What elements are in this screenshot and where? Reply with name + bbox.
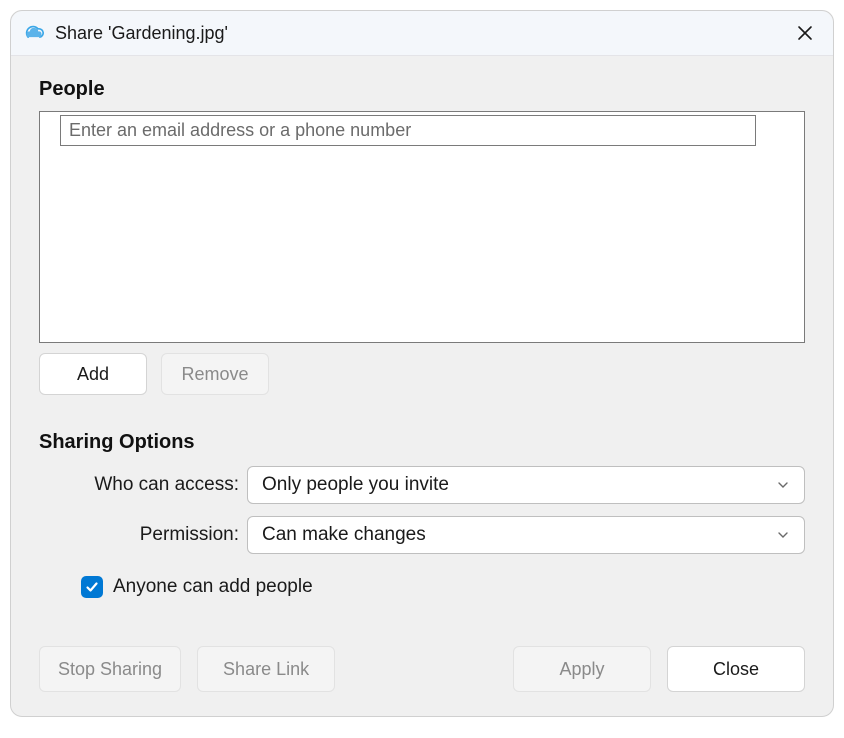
anyone-can-add-checkbox[interactable] — [81, 576, 103, 598]
who-can-access-label: Who can access: — [39, 474, 239, 496]
close-button[interactable]: Close — [667, 646, 805, 692]
close-icon[interactable] — [791, 19, 819, 47]
window-title: Share 'Gardening.jpg' — [55, 23, 791, 44]
permission-value: Can make changes — [262, 524, 776, 546]
cloud-icon — [23, 22, 45, 44]
people-buttons: Add Remove — [39, 353, 805, 395]
stop-sharing-button[interactable]: Stop Sharing — [39, 646, 181, 692]
titlebar: Share 'Gardening.jpg' — [11, 11, 833, 56]
permission-select[interactable]: Can make changes — [247, 516, 805, 554]
share-dialog: Share 'Gardening.jpg' People Add Remove … — [10, 10, 834, 717]
sharing-options-label: Sharing Options — [39, 431, 805, 454]
who-can-access-value: Only people you invite — [262, 474, 776, 496]
who-can-access-row: Who can access: Only people you invite — [39, 466, 805, 504]
people-section-label: People — [39, 78, 805, 101]
remove-button[interactable]: Remove — [161, 353, 269, 395]
apply-button[interactable]: Apply — [513, 646, 651, 692]
people-scrollbar[interactable] — [764, 115, 788, 339]
people-email-input[interactable] — [60, 115, 756, 146]
chevron-down-icon — [776, 528, 790, 542]
dialog-footer: Stop Sharing Share Link Apply Close — [39, 646, 805, 692]
who-can-access-select[interactable]: Only people you invite — [247, 466, 805, 504]
people-list-box — [39, 111, 805, 343]
sharing-options-section: Sharing Options Who can access: Only peo… — [39, 431, 805, 598]
add-button[interactable]: Add — [39, 353, 147, 395]
share-link-button[interactable]: Share Link — [197, 646, 335, 692]
chevron-down-icon — [776, 478, 790, 492]
anyone-can-add-label: Anyone can add people — [113, 576, 313, 598]
permission-row: Permission: Can make changes — [39, 516, 805, 554]
anyone-can-add-checkbox-row[interactable]: Anyone can add people — [81, 576, 805, 598]
permission-label: Permission: — [39, 524, 239, 546]
dialog-content: People Add Remove Sharing Options Who ca… — [11, 56, 833, 716]
